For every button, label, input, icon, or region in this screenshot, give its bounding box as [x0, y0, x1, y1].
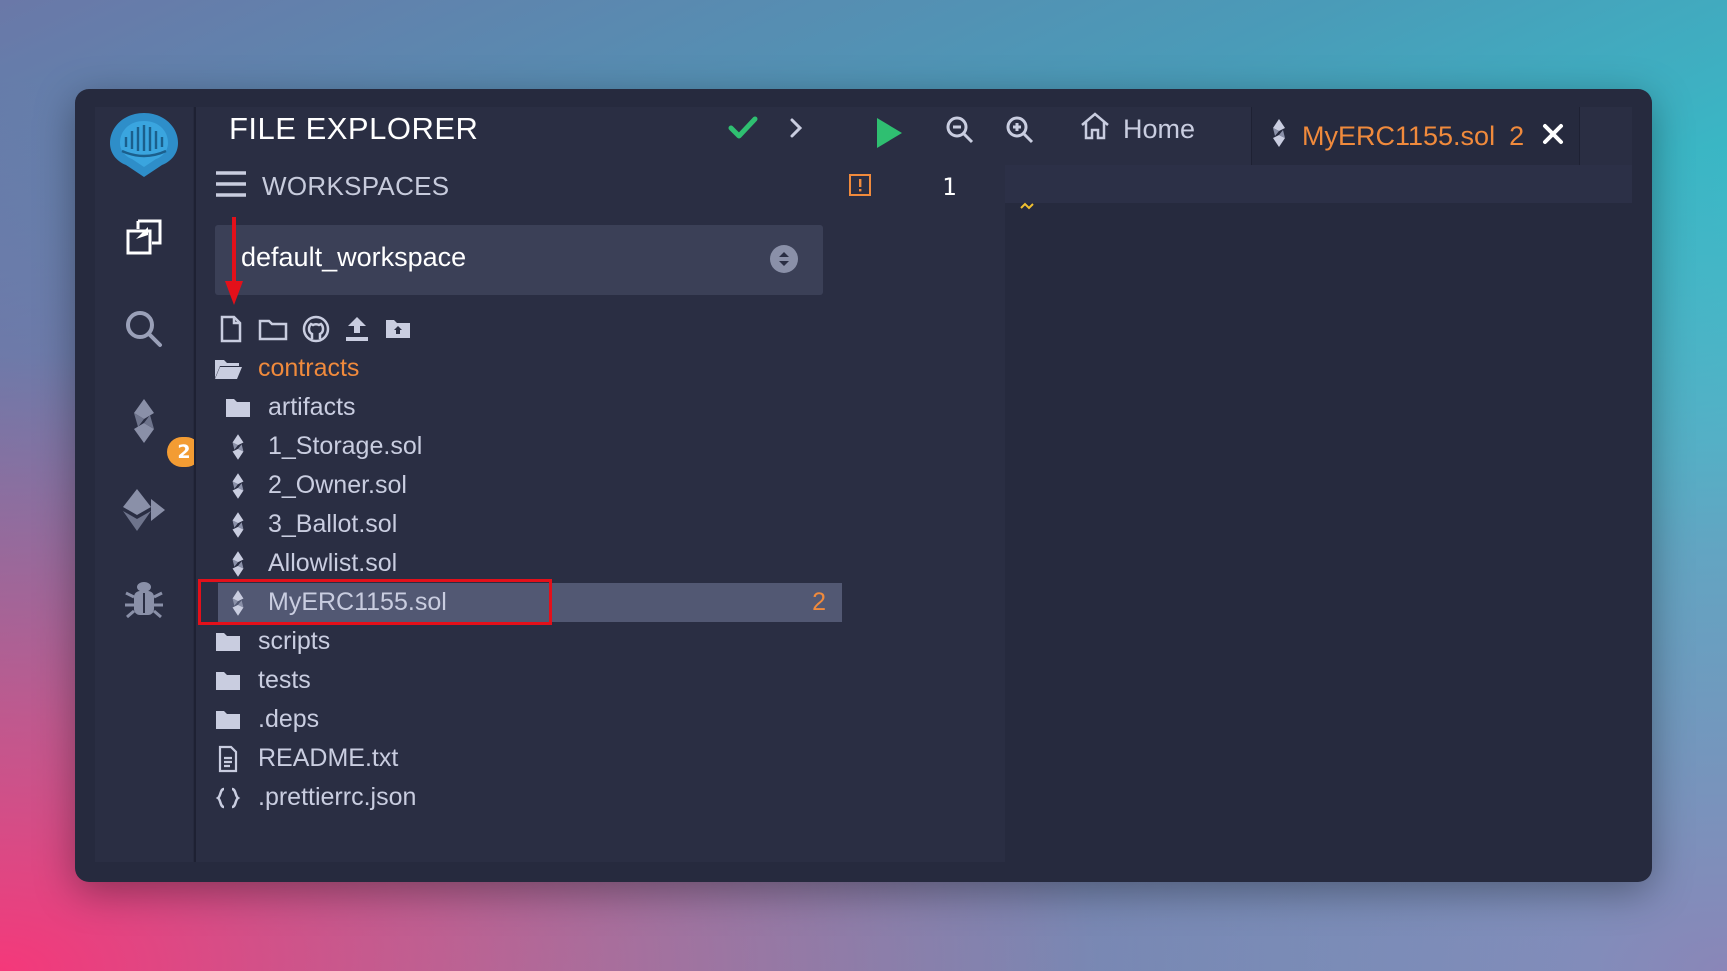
zoom-in-icon[interactable]	[1005, 115, 1035, 149]
tab-error-count: 2	[1509, 120, 1525, 151]
debugger-bug-icon[interactable]	[95, 577, 193, 619]
file-tree-item[interactable]: artifacts	[196, 388, 842, 427]
folder-icon	[212, 670, 244, 692]
red-annotation-arrow	[223, 217, 245, 311]
file-tree-item[interactable]: 1_Storage.sol	[196, 427, 842, 466]
file-tree-item-label: artifacts	[268, 393, 356, 421]
file-explorer-icon[interactable]	[95, 215, 193, 259]
file-tree-item[interactable]: scripts	[196, 622, 842, 661]
remix-logo-icon[interactable]	[95, 109, 193, 179]
file-tree-item-label: .deps	[258, 705, 320, 733]
error-count-badge: 2	[812, 588, 826, 616]
solidity-icon	[1268, 118, 1290, 155]
file-tree-item[interactable]: Allowlist.sol	[196, 544, 842, 583]
code-line-1[interactable]	[1005, 165, 1632, 203]
new-file-icon[interactable]	[218, 315, 244, 347]
workspaces-header: WORKSPACES	[214, 169, 449, 203]
solidity-icon	[222, 433, 254, 461]
file-tree-item-label: 2_Owner.sol	[268, 471, 407, 499]
folder-open-icon	[212, 357, 244, 381]
folder-icon	[222, 397, 254, 419]
solidity-icon	[222, 550, 254, 578]
solidity-icon	[222, 511, 254, 539]
new-folder-icon[interactable]	[258, 316, 288, 346]
file-tree-item-label: MyERC1155.sol	[268, 588, 447, 616]
warning-squiggle-icon	[1020, 195, 1036, 214]
run-play-icon[interactable]	[872, 115, 906, 155]
checkmark-icon	[728, 115, 758, 145]
editor-area: Home MyERC1155.sol 2 1	[842, 107, 1632, 862]
file-tree-item-label: contracts	[258, 354, 360, 382]
solidity-icon	[222, 589, 254, 617]
file-tree-item[interactable]: tests	[196, 661, 842, 700]
text-file-icon	[212, 745, 244, 773]
editor-gutter: 1	[842, 165, 1005, 862]
file-tree-item-label: README.txt	[258, 744, 399, 772]
select-arrows-icon	[770, 245, 798, 273]
file-tree-item-label: tests	[258, 666, 311, 694]
warning-icon[interactable]	[848, 173, 872, 201]
deploy-run-icon[interactable]	[95, 487, 193, 533]
solidity-icon	[222, 472, 254, 500]
file-tree-item[interactable]: 3_Ballot.sol	[196, 505, 842, 544]
workspace-select-value: default_workspace	[241, 242, 467, 272]
panel-title: FILE EXPLORER	[229, 111, 479, 146]
explorer-toolbar	[218, 315, 412, 347]
file-tree-item[interactable]: MyERC1155.sol 2	[198, 579, 842, 625]
file-tree-item[interactable]: .prettierrc.json	[196, 778, 842, 817]
file-tree: contracts artifacts 1_Storage.sol 2_Owner.s…	[196, 349, 842, 817]
file-tree-item[interactable]: .deps	[196, 700, 842, 739]
remix-ide-window: 2 FILE EXPLORER WORKSPACES default_works…	[75, 89, 1652, 882]
icon-panel: 2	[95, 107, 201, 862]
zoom-out-icon[interactable]	[945, 115, 975, 149]
file-tree-item-label: 1_Storage.sol	[268, 432, 423, 460]
file-tree-item[interactable]: 2_Owner.sol	[196, 466, 842, 505]
file-tree-item[interactable]: contracts	[196, 349, 842, 388]
upload-icon[interactable]	[344, 315, 370, 347]
file-tree-item-label: 3_Ballot.sol	[268, 510, 398, 538]
close-icon[interactable]	[1542, 121, 1564, 152]
file-explorer-panel: FILE EXPLORER WORKSPACES default_workspa…	[194, 107, 842, 862]
file-tree-item-label: Allowlist.sol	[268, 549, 398, 577]
tab-home-label: Home	[1123, 114, 1196, 144]
editor-tabs: Home MyERC1155.sol 2	[842, 107, 1632, 165]
folder-icon	[212, 709, 244, 731]
workspace-select[interactable]: default_workspace	[215, 225, 823, 295]
tab-file-label: MyERC1155.sol	[1302, 120, 1496, 151]
line-number: 1	[942, 173, 957, 201]
home-icon	[1079, 111, 1111, 148]
workspaces-label: WORKSPACES	[262, 170, 450, 201]
github-icon[interactable]	[302, 315, 330, 347]
search-icon[interactable]	[95, 307, 193, 351]
json-icon	[212, 787, 244, 809]
hamburger-menu-icon[interactable]	[214, 169, 248, 203]
tab-home[interactable]: Home	[1079, 111, 1195, 148]
file-tree-item[interactable]: README.txt	[196, 739, 842, 778]
upload-folder-icon[interactable]	[384, 317, 412, 345]
file-tree-item-label: scripts	[258, 627, 331, 655]
file-tree-item-label: .prettierrc.json	[258, 783, 417, 811]
tab-myerc1155[interactable]: MyERC1155.sol 2	[1251, 107, 1580, 165]
folder-icon	[212, 631, 244, 653]
chevron-right-icon[interactable]	[788, 117, 804, 143]
